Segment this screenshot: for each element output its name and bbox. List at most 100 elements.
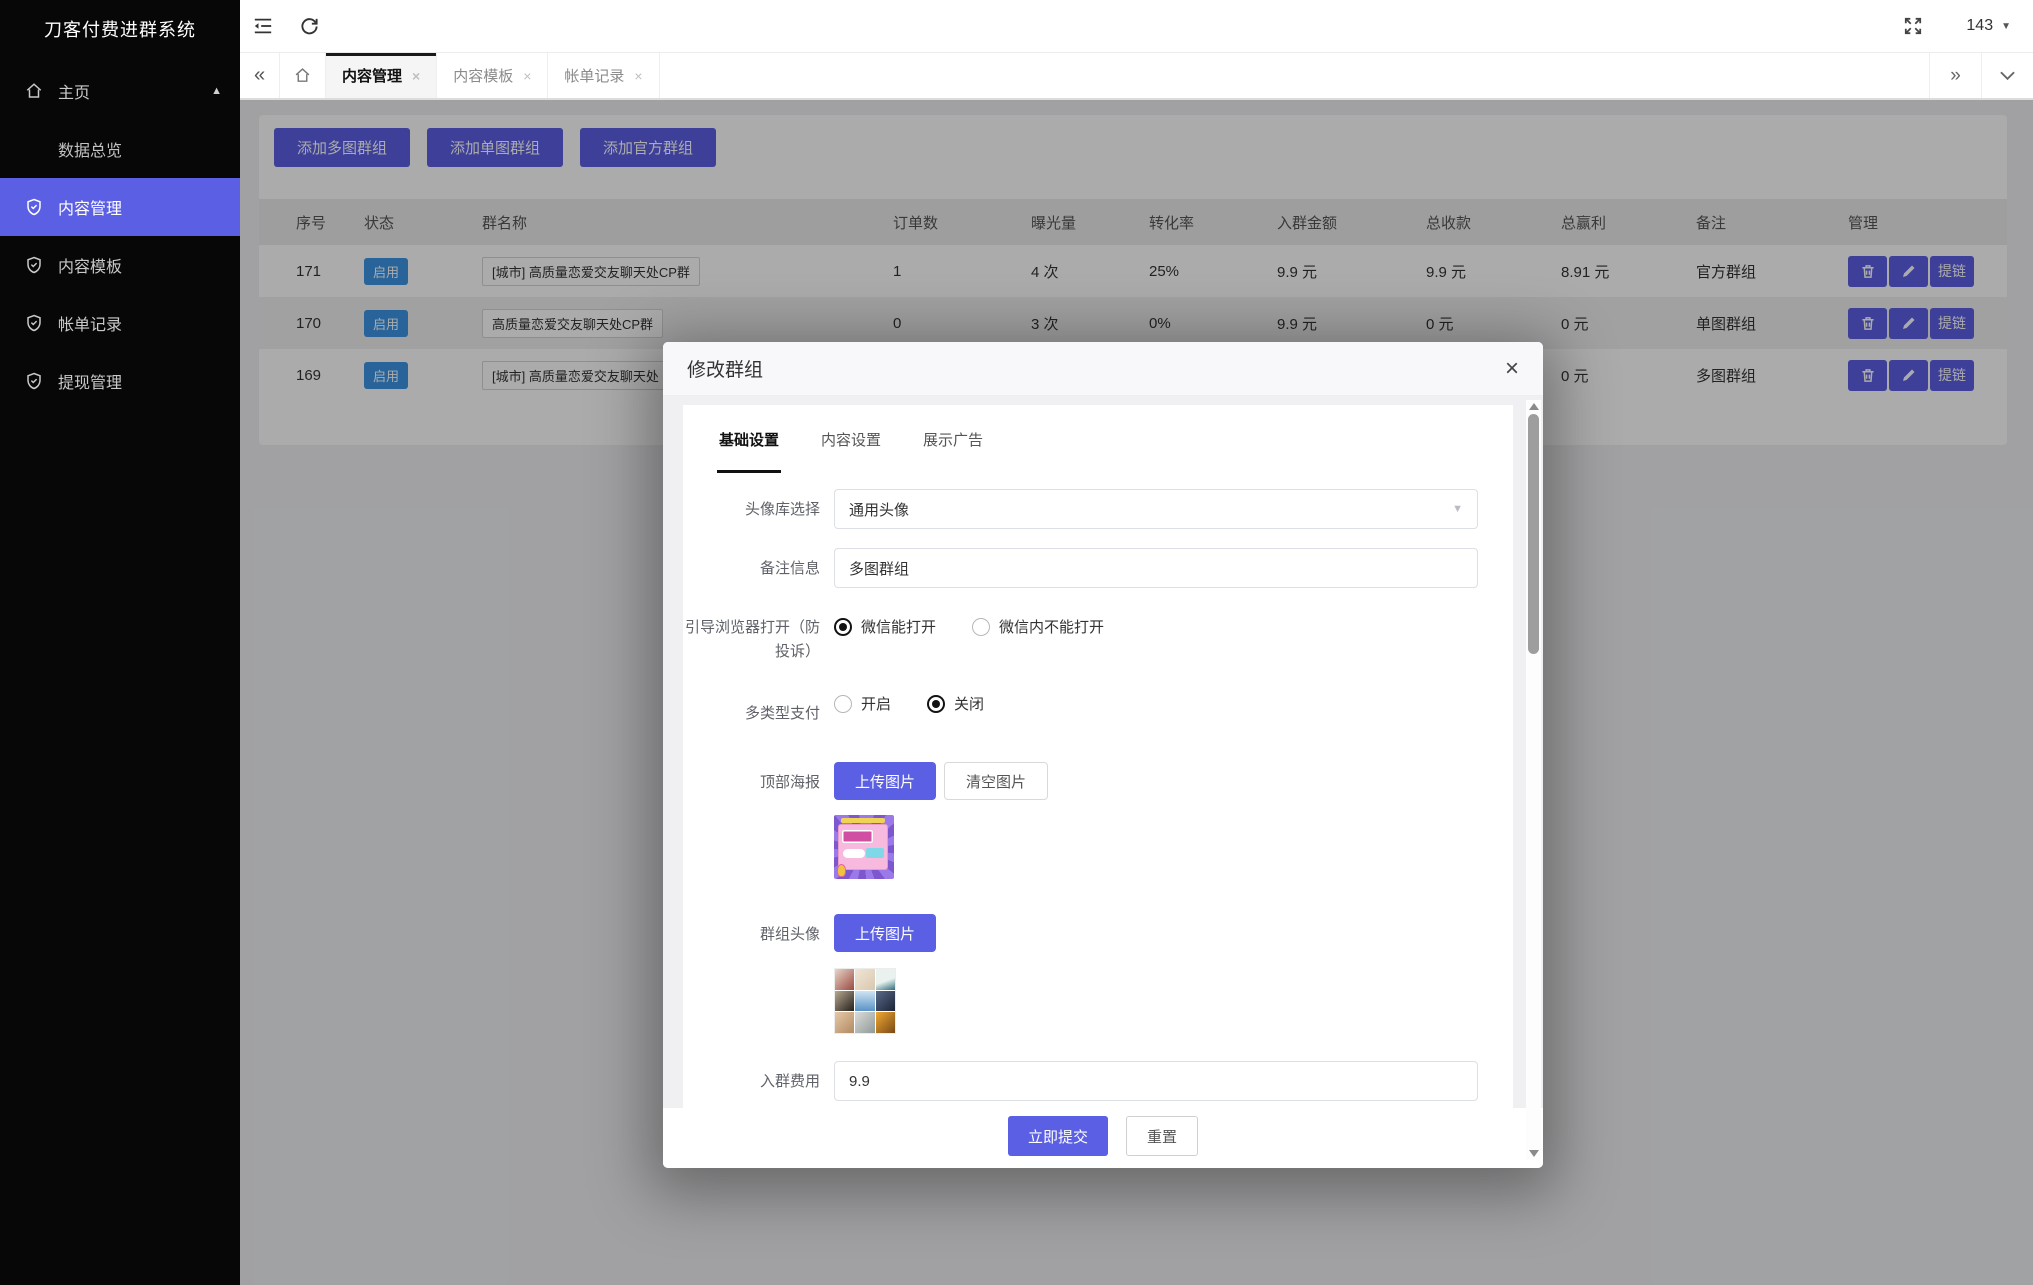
sidebar-item-content-template[interactable]: 内容模板 bbox=[0, 236, 240, 294]
form-row-fee: 入群费用 bbox=[683, 1061, 1478, 1101]
browser-guide-radio-group: 微信能打开 微信内不能打开 bbox=[834, 607, 1478, 637]
shield-check-icon bbox=[24, 255, 44, 275]
home-icon bbox=[24, 81, 44, 101]
close-tab-icon[interactable]: × bbox=[523, 68, 531, 84]
modal-form: 头像库选择 通用头像 ▼ 备注信息 bbox=[683, 473, 1513, 1101]
sidebar-item-label: 内容管理 bbox=[58, 195, 122, 219]
close-icon[interactable]: × bbox=[1505, 357, 1519, 381]
modal-tabs: 基础设置 内容设置 展示广告 bbox=[683, 405, 1513, 473]
avatar-buttons: 上传图片 bbox=[834, 914, 1478, 952]
poster-art bbox=[838, 824, 888, 870]
radio-multipay-off[interactable]: 关闭 bbox=[927, 693, 984, 714]
group-avatar-thumbnail bbox=[834, 968, 896, 1034]
poster-buttons: 上传图片 清空图片 bbox=[834, 762, 1478, 800]
form-row-multipay: 多类型支付 开启 关闭 bbox=[683, 693, 1478, 726]
radio-selected-icon bbox=[927, 695, 945, 713]
sidebar-menu: 主页 ▲ 数据总览 内容管理 内容模板 bbox=[0, 62, 240, 410]
field-label: 群组头像 bbox=[683, 907, 834, 1034]
scroll-up-icon[interactable] bbox=[1529, 403, 1539, 410]
topbar-right: 143 ▼ bbox=[1890, 0, 2033, 52]
form-row-avatar-library: 头像库选择 通用头像 ▼ bbox=[683, 489, 1478, 529]
tab-content-template[interactable]: 内容模板 × bbox=[437, 53, 548, 98]
form-row-remark: 备注信息 bbox=[683, 548, 1478, 588]
reset-button[interactable]: 重置 bbox=[1126, 1116, 1198, 1156]
form-row-top-poster: 顶部海报 上传图片 清空图片 bbox=[683, 755, 1478, 879]
scrollbar-thumb[interactable] bbox=[1528, 414, 1539, 654]
field-label: 入群费用 bbox=[683, 1061, 834, 1101]
modal-form-card: 基础设置 内容设置 展示广告 头像库选择 通用头像 ▼ bbox=[683, 405, 1513, 1108]
fullscreen-icon[interactable] bbox=[1890, 0, 1936, 52]
radio-label: 关闭 bbox=[954, 693, 984, 714]
poster-art bbox=[843, 849, 865, 858]
page-tabbar: « 内容管理 × 内容模板 × 帐单记录 × » bbox=[240, 53, 2033, 100]
radio-selected-icon bbox=[834, 618, 852, 636]
close-tab-icon[interactable]: × bbox=[634, 68, 642, 84]
form-row-browser-guide: 引导浏览器打开（防投诉） 微信能打开 微信内不能打开 bbox=[683, 607, 1478, 664]
user-name: 143 bbox=[1966, 17, 1993, 35]
sidebar-item-home[interactable]: 主页 ▲ bbox=[0, 62, 240, 120]
radio-wechat-cannot-open[interactable]: 微信内不能打开 bbox=[972, 616, 1104, 637]
sidebar-item-label: 帐单记录 bbox=[58, 311, 122, 335]
upload-avatar-button[interactable]: 上传图片 bbox=[834, 914, 936, 952]
select-value: 通用头像 bbox=[849, 499, 909, 520]
sidebar: 刀客付费进群系统 主页 ▲ 数据总览 内容管理 bbox=[0, 0, 240, 1285]
sidebar-item-label: 提现管理 bbox=[58, 369, 122, 393]
fee-input[interactable] bbox=[834, 1061, 1478, 1101]
radio-label: 微信内不能打开 bbox=[999, 616, 1104, 637]
sidebar-item-billing[interactable]: 帐单记录 bbox=[0, 294, 240, 352]
tab-display-ads[interactable]: 展示广告 bbox=[923, 429, 983, 473]
avatar-library-select[interactable]: 通用头像 ▼ bbox=[834, 489, 1478, 529]
app-window: 刀客付费进群系统 主页 ▲ 数据总览 内容管理 bbox=[0, 0, 2033, 1285]
tabs-scroll-right-icon[interactable]: » bbox=[1929, 53, 1981, 98]
modal-footer: 立即提交 重置 bbox=[663, 1108, 1543, 1168]
scroll-down-icon[interactable] bbox=[1529, 1150, 1539, 1157]
topbar: 143 ▼ bbox=[240, 0, 2033, 53]
refresh-icon[interactable] bbox=[286, 0, 332, 52]
caret-down-icon: ▼ bbox=[2001, 21, 2011, 32]
poster-art bbox=[837, 864, 846, 877]
home-icon bbox=[294, 67, 311, 84]
shield-check-icon bbox=[24, 371, 44, 391]
shield-check-icon bbox=[24, 313, 44, 333]
collapse-sidebar-icon[interactable] bbox=[240, 0, 286, 52]
poster-thumbnail bbox=[834, 815, 894, 879]
sidebar-item-data-overview[interactable]: 数据总览 bbox=[0, 120, 240, 178]
sidebar-item-label: 内容模板 bbox=[58, 253, 122, 277]
modal-body: 基础设置 内容设置 展示广告 头像库选择 通用头像 ▼ bbox=[663, 396, 1543, 1108]
tab-basic-settings[interactable]: 基础设置 bbox=[719, 429, 779, 473]
sidebar-item-label: 主页 bbox=[58, 79, 90, 103]
sidebar-item-content-manage[interactable]: 内容管理 bbox=[0, 178, 240, 236]
tab-label: 内容管理 bbox=[342, 65, 402, 86]
remark-input[interactable] bbox=[834, 548, 1478, 588]
clear-poster-button[interactable]: 清空图片 bbox=[944, 762, 1048, 800]
modal-header: 修改群组 × bbox=[663, 342, 1543, 396]
sidebar-item-label: 数据总览 bbox=[58, 137, 122, 161]
radio-multipay-on[interactable]: 开启 bbox=[834, 693, 891, 714]
upload-poster-button[interactable]: 上传图片 bbox=[834, 762, 936, 800]
close-tab-icon[interactable]: × bbox=[412, 68, 420, 84]
app-title: 刀客付费进群系统 bbox=[0, 0, 240, 58]
tab-billing[interactable]: 帐单记录 × bbox=[548, 53, 659, 98]
edit-group-modal: 修改群组 × 基础设置 内容设置 展示广告 头像库选择 通用头像 ▼ bbox=[663, 342, 1543, 1168]
tabs-scroll-left-icon[interactable]: « bbox=[240, 53, 280, 98]
tab-content-settings[interactable]: 内容设置 bbox=[821, 429, 881, 473]
field-label: 顶部海报 bbox=[683, 755, 834, 879]
user-menu[interactable]: 143 ▼ bbox=[1966, 17, 2011, 35]
shield-check-icon bbox=[24, 197, 44, 217]
form-row-group-avatar: 群组头像 上传图片 bbox=[683, 907, 1478, 1034]
home-tab[interactable] bbox=[280, 53, 326, 98]
sidebar-item-withdraw[interactable]: 提现管理 bbox=[0, 352, 240, 410]
field-label: 引导浏览器打开（防投诉） bbox=[683, 607, 834, 664]
tabs-menu-icon[interactable] bbox=[1981, 53, 2033, 98]
radio-wechat-can-open[interactable]: 微信能打开 bbox=[834, 616, 936, 637]
chevron-up-icon: ▲ bbox=[211, 85, 222, 97]
poster-art bbox=[842, 830, 873, 843]
radio-label: 微信能打开 bbox=[861, 616, 936, 637]
caret-down-icon: ▼ bbox=[1452, 503, 1463, 515]
modal-title: 修改群组 bbox=[687, 355, 763, 382]
submit-button[interactable]: 立即提交 bbox=[1008, 1116, 1108, 1156]
radio-icon bbox=[972, 618, 990, 636]
tab-content-manage[interactable]: 内容管理 × bbox=[326, 53, 437, 98]
modal-scrollbar[interactable] bbox=[1526, 400, 1541, 1160]
field-label: 多类型支付 bbox=[683, 693, 834, 726]
